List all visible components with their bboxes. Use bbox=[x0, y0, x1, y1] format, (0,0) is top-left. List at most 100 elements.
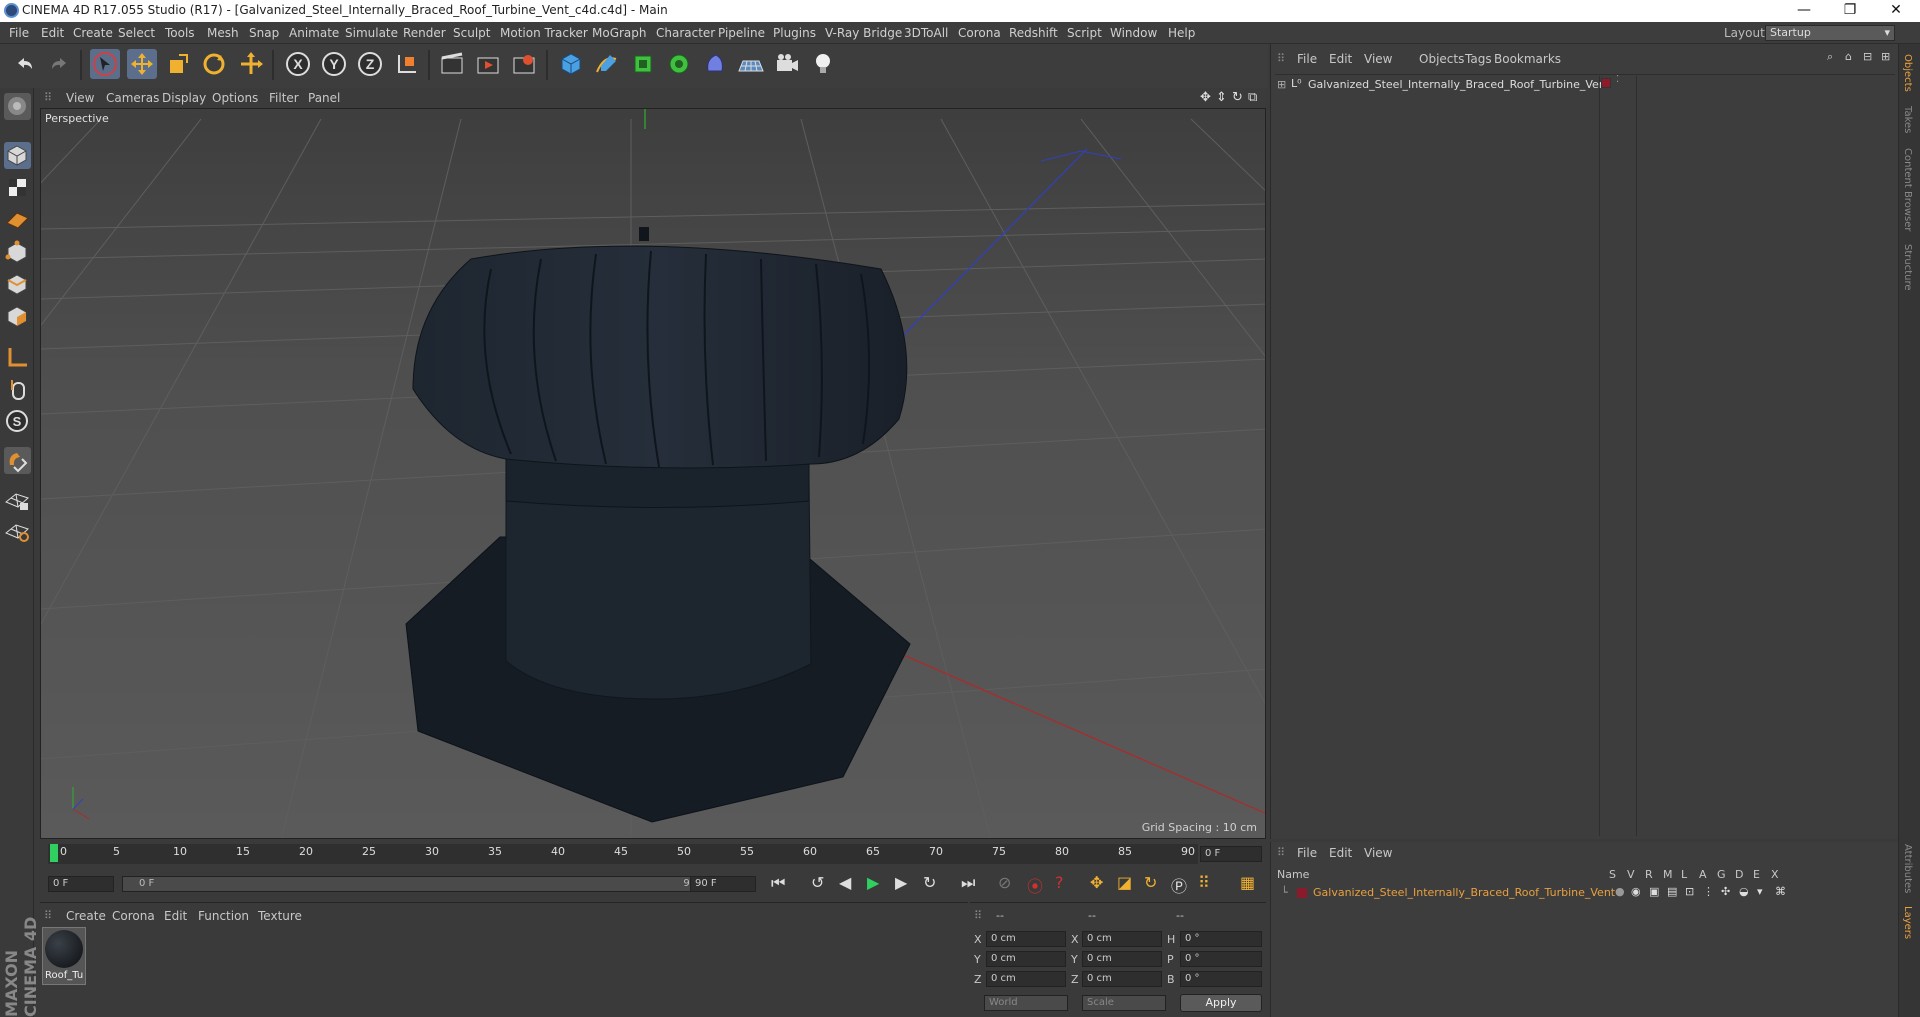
texture-mode-button[interactable] bbox=[4, 174, 31, 201]
polygons-mode-button[interactable] bbox=[4, 303, 31, 330]
menu-create[interactable]: Create bbox=[73, 26, 113, 40]
key-param-button[interactable]: Ⓟ bbox=[1171, 873, 1187, 897]
viewport-menu-cameras[interactable]: Cameras bbox=[106, 91, 159, 105]
timeline-playhead[interactable] bbox=[50, 844, 58, 862]
menu-mesh[interactable]: Mesh bbox=[207, 26, 239, 40]
select-tool-button[interactable] bbox=[90, 49, 120, 79]
render-view-button[interactable] bbox=[437, 49, 467, 79]
start-frame-field[interactable]: 0 F bbox=[48, 876, 114, 892]
keyframe-selection-button[interactable]: ? bbox=[1055, 873, 1064, 892]
menu-mograph[interactable]: MoGraph bbox=[592, 26, 647, 40]
viewport-maximize-icon[interactable]: ⧉ bbox=[1248, 90, 1257, 105]
objects-menu-edit[interactable]: Edit bbox=[1329, 52, 1352, 66]
objects-menu-objects[interactable]: Objects bbox=[1419, 52, 1464, 66]
viewport-menu-panel[interactable]: Panel bbox=[308, 91, 340, 105]
menu-simulate[interactable]: Simulate bbox=[345, 26, 398, 40]
next-key-button[interactable]: ↻ bbox=[923, 873, 936, 892]
expand-icon[interactable]: ⊞ bbox=[1881, 50, 1890, 63]
home-icon[interactable]: ⌂ bbox=[1845, 50, 1852, 63]
add-cube-button[interactable] bbox=[556, 49, 586, 79]
size-y-field[interactable]: 0 cm bbox=[1082, 951, 1162, 967]
key-scale-button[interactable]: ◪ bbox=[1117, 873, 1132, 892]
end-frame-field[interactable]: 90 F bbox=[690, 876, 756, 892]
redo-button[interactable] bbox=[44, 49, 74, 79]
layers-menu-edit[interactable]: Edit bbox=[1329, 846, 1352, 860]
menu-corona[interactable]: Corona bbox=[958, 26, 1001, 40]
render-settings-button[interactable] bbox=[509, 49, 539, 79]
timeline-window-button[interactable]: ▦ bbox=[1240, 873, 1255, 892]
animation-icon[interactable]: ⋮ bbox=[1703, 885, 1714, 898]
z-axis-lock-button[interactable]: Z bbox=[355, 49, 385, 79]
go-to-start-button[interactable]: ⏮ bbox=[771, 873, 785, 893]
tab-attributes[interactable]: Attributes bbox=[1902, 844, 1913, 893]
objects-menu-tags[interactable]: Tags bbox=[1465, 52, 1492, 66]
points-mode-button[interactable] bbox=[4, 239, 31, 266]
search-icon[interactable]: ⌕ bbox=[1827, 50, 1833, 64]
menu-animate[interactable]: Animate bbox=[289, 26, 339, 40]
menu-edit[interactable]: Edit bbox=[41, 26, 64, 40]
add-array-button[interactable] bbox=[664, 49, 694, 79]
coordinate-mode-dropdown[interactable]: World bbox=[984, 995, 1068, 1011]
previous-key-button[interactable]: ↺ bbox=[811, 873, 824, 892]
apply-button[interactable]: Apply bbox=[1180, 994, 1262, 1012]
minimize-button[interactable]: — bbox=[1781, 0, 1827, 22]
menu-redshift[interactable]: Redshift bbox=[1009, 26, 1058, 40]
axis-mode-button[interactable] bbox=[4, 344, 31, 371]
key-pla-button[interactable]: ⠿ bbox=[1198, 873, 1210, 892]
size-x-field[interactable]: 0 cm bbox=[1082, 931, 1162, 947]
render-icon[interactable]: ▣ bbox=[1649, 885, 1659, 898]
scale-tool-button[interactable] bbox=[163, 49, 193, 79]
menu-3dtoall[interactable]: 3DToAll bbox=[904, 26, 948, 40]
snap-toggle-button[interactable] bbox=[4, 447, 31, 474]
viewport-menu-options[interactable]: Options bbox=[212, 91, 258, 105]
objects-menu-file[interactable]: File bbox=[1297, 52, 1317, 66]
close-button[interactable]: ✕ bbox=[1873, 0, 1919, 22]
expand-toggle-icon[interactable]: ⊞ bbox=[1277, 78, 1286, 91]
tab-objects[interactable]: Objects bbox=[1902, 54, 1913, 92]
edges-mode-button[interactable] bbox=[4, 271, 31, 298]
material-menu-edit[interactable]: Edit bbox=[164, 909, 187, 923]
preview-range-slider[interactable]: 0 F 90 F bbox=[122, 876, 722, 892]
material-menu-corona[interactable]: Corona bbox=[112, 909, 155, 923]
object-row[interactable]: ⊞ L⁰ Galvanized_Steel_Internally_Braced_… bbox=[1275, 76, 1610, 94]
key-rotation-button[interactable]: ↻ bbox=[1144, 873, 1157, 892]
menu-tools[interactable]: Tools bbox=[165, 26, 195, 40]
menu-window[interactable]: Window bbox=[1110, 26, 1157, 40]
material-menu-function[interactable]: Function bbox=[198, 909, 249, 923]
expression-icon[interactable]: ▾ bbox=[1757, 885, 1763, 898]
layer-row[interactable]: └ Galvanized_Steel_Internally_Braced_Roo… bbox=[1275, 884, 1895, 902]
layer-color-tag[interactable] bbox=[1601, 78, 1611, 88]
position-x-field[interactable]: 0 cm bbox=[986, 931, 1066, 947]
object-name[interactable]: Galvanized_Steel_Internally_Braced_Roof_… bbox=[1308, 78, 1610, 91]
viewport-rotate-icon[interactable]: ↻ bbox=[1232, 90, 1243, 105]
menu-plugins[interactable]: Plugins bbox=[773, 26, 816, 40]
layer-color-swatch[interactable] bbox=[1297, 888, 1307, 898]
snap-settings-button[interactable]: S bbox=[4, 408, 31, 435]
menu-select[interactable]: Select bbox=[118, 26, 155, 40]
viewport-menu-view[interactable]: View bbox=[66, 91, 94, 105]
add-spline-button[interactable] bbox=[592, 49, 622, 79]
next-frame-button[interactable]: ▶ bbox=[895, 873, 907, 892]
objects-menu-view[interactable]: View bbox=[1364, 52, 1392, 66]
undo-button[interactable] bbox=[10, 49, 40, 79]
layers-menu-file[interactable]: File bbox=[1297, 846, 1317, 860]
move-tool-button[interactable] bbox=[127, 49, 157, 79]
layout-dropdown[interactable]: Startup ▾ bbox=[1765, 25, 1895, 41]
locked-workplane-button[interactable] bbox=[4, 486, 31, 513]
perspective-viewport[interactable]: Perspective Grid Spacing : 10 cm bbox=[40, 108, 1266, 839]
tab-takes[interactable]: Takes bbox=[1902, 106, 1913, 133]
make-editable-button[interactable] bbox=[4, 93, 31, 120]
rotate-tool-button[interactable] bbox=[199, 49, 229, 79]
previous-frame-button[interactable]: ◀ bbox=[839, 873, 851, 892]
add-nurbs-button[interactable] bbox=[628, 49, 658, 79]
menu-snap[interactable]: Snap bbox=[249, 26, 279, 40]
render-picture-viewer-button[interactable] bbox=[473, 49, 503, 79]
y-axis-lock-button[interactable]: Y bbox=[319, 49, 349, 79]
menu-motion-tracker[interactable]: Motion Tracker bbox=[500, 26, 588, 40]
maximize-button[interactable]: ❐ bbox=[1827, 0, 1873, 22]
eye-icon[interactable]: ◉ bbox=[1631, 885, 1641, 898]
key-position-button[interactable]: ✥ bbox=[1090, 873, 1103, 892]
menu-file[interactable]: File bbox=[9, 26, 29, 40]
menu-vray-bridge[interactable]: V-Ray Bridge bbox=[825, 26, 902, 40]
menu-character[interactable]: Character bbox=[656, 26, 715, 40]
